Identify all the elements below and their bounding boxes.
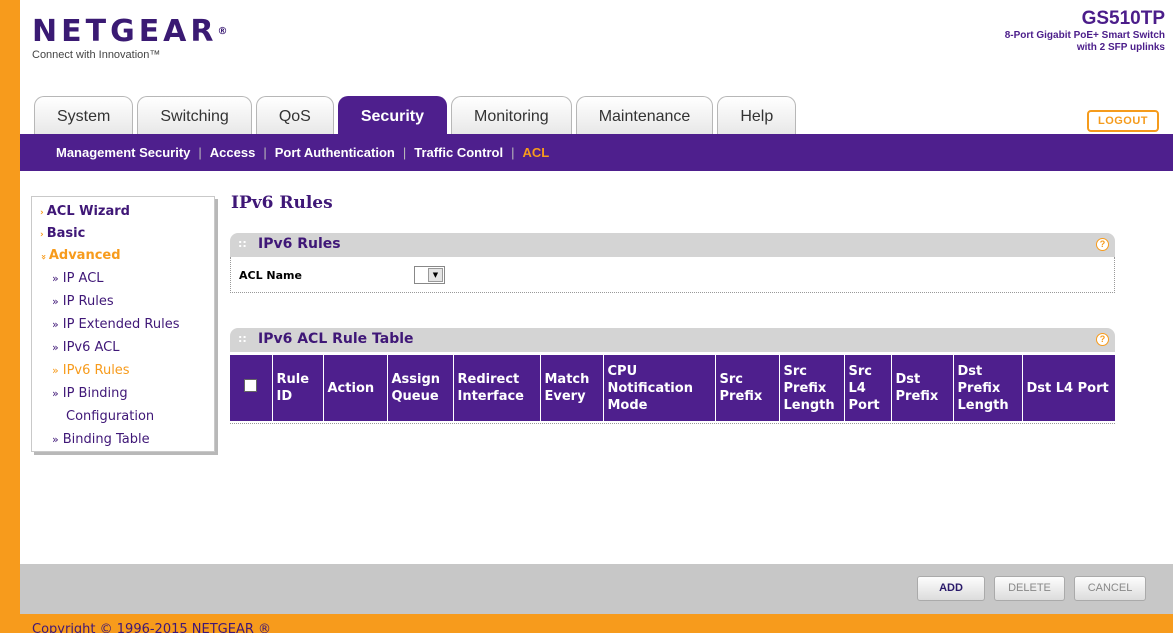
button-bar: ADD DELETE CANCEL bbox=[20, 564, 1173, 614]
double-arrow-icon: » bbox=[52, 341, 59, 354]
sub-navigation: Management Security | Access | Port Auth… bbox=[20, 134, 1173, 171]
double-arrow-icon: » bbox=[52, 364, 59, 377]
left-accent-strip bbox=[0, 0, 20, 633]
sidebar-item-label: Configuration bbox=[66, 409, 155, 424]
table-header-row: Rule ID Action Assign Queue Redirect Int… bbox=[230, 355, 1115, 421]
sidebar-item-label: Basic bbox=[46, 226, 86, 241]
subnav-separator: | bbox=[198, 145, 202, 160]
double-arrow-icon: » bbox=[52, 295, 59, 308]
subnav-management-security[interactable]: Management Security bbox=[56, 145, 190, 160]
column-header[interactable]: Src L4 Port bbox=[844, 355, 892, 421]
subnav-separator: | bbox=[263, 145, 267, 160]
acl-name-label: ACL Name bbox=[239, 269, 302, 282]
chevron-down-icon: » bbox=[37, 254, 48, 260]
subnav-acl[interactable]: ACL bbox=[522, 145, 549, 160]
sidebar-item-label: Advanced bbox=[48, 248, 121, 263]
double-arrow-icon: » bbox=[52, 387, 59, 400]
sidebar-item-ip-binding[interactable]: » IP Binding bbox=[32, 382, 214, 405]
product-description-line1: 8-Port Gigabit PoE+ Smart Switch bbox=[1004, 30, 1165, 41]
tab-switching[interactable]: Switching bbox=[137, 96, 252, 134]
acl-name-select[interactable]: ▼ bbox=[414, 266, 445, 284]
rule-table-panel-header: :: IPv6 ACL Rule Table ? bbox=[230, 328, 1115, 352]
sidebar-item-basic[interactable]: › Basic bbox=[32, 223, 214, 245]
sidebar-item-label: Binding Table bbox=[62, 432, 150, 447]
subnav-separator: | bbox=[511, 145, 515, 160]
select-all-header bbox=[230, 355, 273, 421]
table-bottom-border bbox=[230, 423, 1115, 424]
double-arrow-icon: » bbox=[52, 433, 59, 446]
sidebar-item-ipv6-rules[interactable]: » IPv6 Rules bbox=[32, 359, 214, 382]
help-icon[interactable]: ? bbox=[1096, 333, 1109, 346]
footer: Copyright © 1996-2015 NETGEAR ® bbox=[20, 614, 1173, 633]
sidebar-item-ip-extended-rules[interactable]: » IP Extended Rules bbox=[32, 313, 214, 336]
select-all-checkbox[interactable] bbox=[244, 379, 258, 392]
column-header[interactable]: Src Prefix Length bbox=[779, 355, 845, 421]
panel-title: IPv6 Rules bbox=[258, 236, 341, 252]
column-header[interactable]: Assign Queue bbox=[387, 355, 454, 421]
add-button[interactable]: ADD bbox=[917, 576, 985, 601]
logo-mark: ® bbox=[217, 26, 228, 37]
subnav-traffic-control[interactable]: Traffic Control bbox=[414, 145, 503, 160]
logo-text: NETGEAR bbox=[32, 14, 218, 49]
tab-monitoring[interactable]: Monitoring bbox=[450, 96, 572, 134]
copyright-text: Copyright © 1996-2015 NETGEAR ® bbox=[32, 622, 272, 633]
column-header[interactable]: Action bbox=[323, 355, 388, 421]
chevron-down-icon: ▼ bbox=[428, 268, 443, 282]
sidebar-item-label: IP ACL bbox=[62, 271, 104, 286]
logo-tagline: Connect with Innovation™ bbox=[32, 49, 161, 61]
sidebar-item-ip-rules[interactable]: » IP Rules bbox=[32, 290, 214, 313]
product-description-line2: with 2 SFP uplinks bbox=[1076, 42, 1165, 53]
tab-help[interactable]: Help bbox=[717, 96, 797, 134]
subnav-access[interactable]: Access bbox=[210, 145, 256, 160]
ipv6-acl-rule-table: Rule ID Action Assign Queue Redirect Int… bbox=[230, 355, 1115, 421]
page-title: IPv6 Rules bbox=[231, 193, 333, 213]
sidebar-item-label: IP Rules bbox=[62, 294, 114, 309]
product-name: GS510TP bbox=[1081, 8, 1165, 29]
sidebar-item-label: IPv6 ACL bbox=[62, 340, 120, 355]
sidebar-item-ipv6-acl[interactable]: » IPv6 ACL bbox=[32, 336, 214, 359]
sidebar-item-ip-acl[interactable]: » IP ACL bbox=[32, 267, 214, 290]
logout-button[interactable]: LOGOUT bbox=[1087, 110, 1159, 132]
column-header[interactable]: Redirect Interface bbox=[453, 355, 541, 421]
sidebar-menu: › ACL Wizard › Basic »Advanced » IP ACL » IP… bbox=[31, 196, 215, 452]
sidebar-item-label: ACL Wizard bbox=[46, 204, 130, 219]
sidebar-item-label: IP Binding bbox=[62, 386, 128, 401]
tab-security[interactable]: Security bbox=[337, 96, 447, 134]
column-header[interactable]: Rule ID bbox=[272, 355, 324, 421]
double-arrow-icon: » bbox=[52, 272, 59, 285]
column-header[interactable]: Src Prefix bbox=[715, 355, 780, 421]
sidebar-item-label: IPv6 Rules bbox=[62, 363, 130, 378]
main-tabs: System Switching QoS Security Monitoring… bbox=[34, 96, 800, 134]
grip-icon: :: bbox=[238, 237, 247, 250]
chevron-right-icon: › bbox=[40, 230, 44, 240]
product-title: GS510TP 8-Port Gigabit PoE+ Smart Switch… bbox=[1005, 8, 1165, 54]
panel-title: IPv6 ACL Rule Table bbox=[258, 331, 414, 347]
tab-maintenance[interactable]: Maintenance bbox=[575, 96, 714, 134]
double-arrow-icon: » bbox=[52, 318, 59, 331]
column-header[interactable]: Dst Prefix Length bbox=[953, 355, 1023, 421]
subnav-port-authentication[interactable]: Port Authentication bbox=[275, 145, 395, 160]
tab-qos[interactable]: QoS bbox=[255, 96, 334, 134]
ipv6-rules-panel-header: :: IPv6 Rules ? bbox=[230, 233, 1115, 257]
column-header[interactable]: CPU Notification Mode bbox=[603, 355, 716, 421]
netgear-logo: NETGEAR® Connect with Innovation™ bbox=[32, 14, 228, 62]
column-header[interactable]: Dst L4 Port bbox=[1022, 355, 1115, 421]
column-header[interactable]: Dst Prefix bbox=[891, 355, 954, 421]
sidebar-item-advanced[interactable]: »Advanced bbox=[32, 245, 214, 267]
help-icon[interactable]: ? bbox=[1096, 238, 1109, 251]
chevron-right-icon: › bbox=[40, 208, 44, 218]
subnav-separator: | bbox=[402, 145, 407, 160]
tab-system[interactable]: System bbox=[34, 96, 134, 134]
sidebar-item-ip-binding-continued[interactable]: Configuration bbox=[32, 405, 214, 428]
cancel-button[interactable]: CANCEL bbox=[1074, 576, 1146, 601]
sidebar-item-label: IP Extended Rules bbox=[62, 317, 180, 332]
grip-icon: :: bbox=[238, 332, 247, 345]
ipv6-rules-panel-body: ACL Name ▼ bbox=[230, 257, 1115, 293]
delete-button[interactable]: DELETE bbox=[994, 576, 1065, 601]
sidebar-item-acl-wizard[interactable]: › ACL Wizard bbox=[32, 201, 214, 223]
column-header[interactable]: Match Every bbox=[540, 355, 604, 421]
sidebar-item-binding-table[interactable]: » Binding Table bbox=[32, 428, 214, 451]
